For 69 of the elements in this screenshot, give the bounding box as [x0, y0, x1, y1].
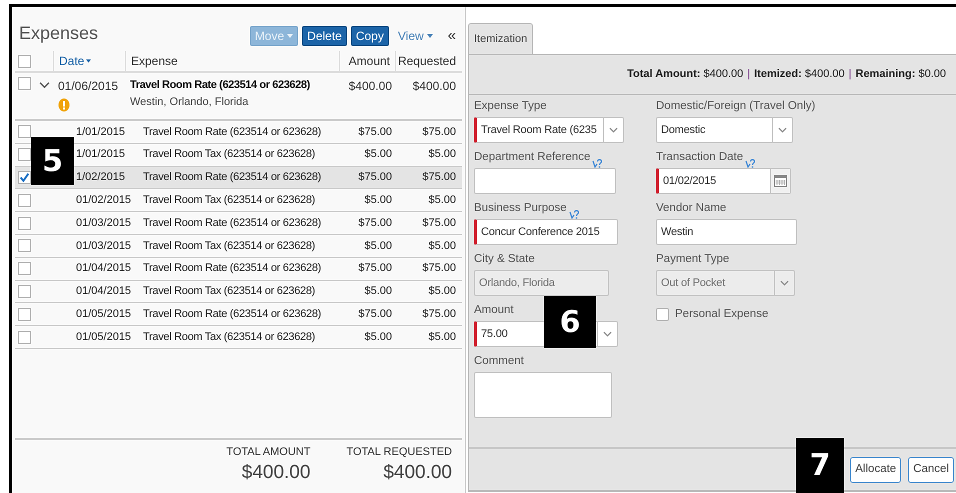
- table-cell-text: $75.00: [422, 124, 456, 140]
- table-cell-text: $400.00: [348, 78, 392, 95]
- table-cell-text: $5.00: [364, 147, 392, 162]
- field-label: Department Reference: [474, 150, 590, 165]
- table-cell-text: 01/03/2015: [76, 238, 132, 254]
- field-label: Comment: [474, 354, 524, 369]
- table-cell-text: Travel Room Tax (623514 or 623628): [143, 193, 316, 208]
- table-cell-text: 01/04/2015: [76, 261, 132, 276]
- table-cell-text: Travel Room Rate (623514 or 623628): [143, 307, 322, 322]
- total-label: TOTAL REQUESTED: [346, 445, 452, 460]
- summary-text: Itemized: $400.00: [754, 67, 845, 82]
- total-label: TOTAL AMOUNT: [226, 445, 310, 460]
- step-number-tooltip: 5: [31, 137, 74, 185]
- table-cell-text: $75.00: [358, 170, 392, 186]
- table-cell-text: Travel Room Tax (623514 or 623628): [143, 284, 316, 300]
- field-label: Vendor Name: [656, 200, 726, 216]
- field-label: Transaction Date: [656, 150, 744, 165]
- table-cell-text: Travel Room Rate (623514 or 623628): [143, 124, 322, 140]
- table-cell-text: Travel Room Tax (623514 or 623628): [143, 238, 316, 254]
- table-cell-text: $75.00: [422, 216, 456, 231]
- table-cell-text: $75.00: [422, 307, 456, 322]
- table-cell-text: 1/01/2015: [76, 124, 125, 140]
- table-cell-text: $5.00: [428, 284, 456, 300]
- table-cell-text: 01/03/2015: [76, 216, 132, 231]
- separator: |: [848, 67, 852, 82]
- table-cell-text: Travel Room Rate (623514 or 623628): [143, 216, 322, 231]
- table-cell-text: Travel Room Rate (623514 or 623628): [130, 78, 310, 93]
- table-cell-text: $75.00: [358, 261, 392, 276]
- field-label: Domestic/Foreign (Travel Only): [656, 98, 816, 114]
- table-cell-text: $5.00: [364, 193, 392, 208]
- table-cell-text: $5.00: [428, 238, 456, 254]
- step-number-tooltip: 6: [544, 296, 596, 348]
- summary-text: Remaining: $0.00: [856, 67, 946, 82]
- table-cell-text: 01/05/2015: [76, 330, 132, 345]
- step-number-tooltip: 7: [796, 438, 844, 493]
- table-cell-text: $75.00: [358, 307, 392, 322]
- total-value: $400.00: [383, 460, 452, 484]
- separator: |: [747, 67, 750, 82]
- table-cell-text: $5.00: [428, 147, 456, 162]
- table-cell-text: 01/05/2015: [76, 307, 132, 322]
- table-cell-text: 01/02/2015: [76, 193, 132, 208]
- total-value: $400.00: [242, 460, 310, 484]
- table-cell-text: 01/04/2015: [76, 284, 132, 300]
- table-cell-text: $5.00: [428, 330, 456, 345]
- field-label: Expense Type: [474, 98, 547, 114]
- summary-text: Total Amount: $400.00: [627, 67, 744, 82]
- table-cell-text: $75.00: [422, 170, 456, 186]
- table-cell-text: 1/02/2015: [76, 170, 125, 186]
- field-label: Business Purpose: [474, 200, 567, 216]
- table-cell-text: $75.00: [358, 216, 392, 231]
- table-cell-text: Travel Room Rate (623514 or 623628): [143, 170, 322, 186]
- table-cell-text: $5.00: [364, 238, 392, 254]
- table-cell-text: $75.00: [358, 124, 392, 140]
- table-cell-text: 01/06/2015: [58, 78, 118, 95]
- table-cell-text: 1/01/2015: [76, 147, 125, 162]
- field-label: Payment Type: [656, 252, 730, 267]
- panel-title: Expenses: [19, 22, 98, 45]
- field-label: Amount: [474, 302, 514, 318]
- field-label: City & State: [474, 252, 535, 267]
- table-cell-text: Westin, Orlando, Florida: [130, 94, 248, 110]
- table-cell-text: Travel Room Rate (623514 or 623628): [143, 261, 322, 276]
- table-cell-text: $5.00: [364, 330, 392, 345]
- table-cell-text: Travel Room Tax (623514 or 623628): [143, 330, 316, 345]
- table-cell-text: $5.00: [428, 193, 456, 208]
- table-cell-text: $400.00: [412, 78, 456, 95]
- table-cell-text: Travel Room Tax (623514 or 623628): [143, 147, 316, 162]
- table-cell-text: $5.00: [364, 284, 392, 300]
- checkbox-label: Personal Expense: [675, 307, 768, 322]
- table-cell-text: $75.00: [422, 261, 456, 276]
